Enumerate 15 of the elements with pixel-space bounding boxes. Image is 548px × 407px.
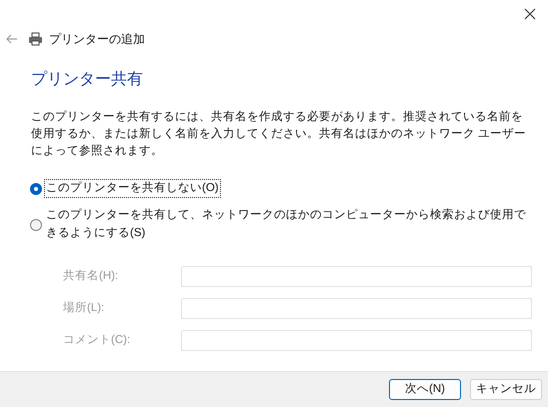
page-heading: プリンター共有 (31, 70, 144, 90)
radio-option[interactable]: このプリンターを共有して、ネットワークのほかのコンピューターから検索および使用できるようにする(S) (30, 206, 532, 243)
radio-option[interactable]: このプリンターを共有しない(O) (30, 179, 532, 198)
radio-button[interactable] (30, 182, 42, 195)
cancel-button[interactable]: キャンセル (470, 379, 542, 400)
field-label: コメント(C): (63, 332, 132, 348)
printer-icon (28, 32, 43, 46)
back-arrow-icon[interactable] (6, 34, 18, 44)
next-button[interactable]: 次へ(N) (389, 379, 461, 400)
field-label: 共有名(H): (63, 268, 120, 284)
window-title: プリンターの追加 (49, 31, 145, 48)
radio-button[interactable] (30, 218, 42, 230)
close-icon[interactable] (524, 8, 536, 20)
field-label: 場所(L): (63, 300, 106, 316)
description-text: このプリンターを共有するには、共有名を作成する必要があります。推奨されている名前を使用するか、または新しく名前を入力してください。共有名はほかのネットワーク ユーザーによって参照されます。 (31, 109, 528, 159)
